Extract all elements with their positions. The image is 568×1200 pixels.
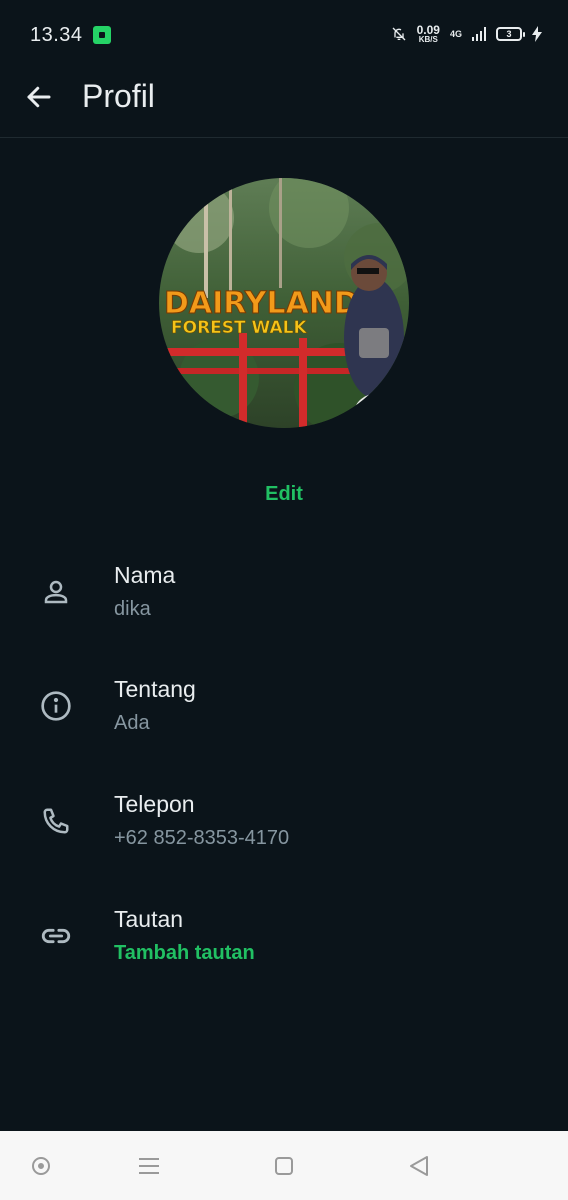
info-icon — [38, 688, 74, 724]
links-row[interactable]: Tautan Tambah tautan — [0, 906, 568, 1006]
status-bar: 13.34 0.09 KB/S 4G 3 — [0, 0, 568, 70]
person-icon — [38, 574, 74, 610]
network-type: 4G — [449, 29, 462, 39]
link-icon — [38, 918, 74, 954]
profile-photo[interactable]: DAIRYLAND FOREST WALK — [159, 178, 409, 428]
charging-icon — [532, 26, 542, 42]
status-indicators: 0.09 KB/S 4G 3 — [391, 24, 542, 44]
assistant-icon — [32, 1157, 50, 1175]
name-row[interactable]: Nama dika — [0, 562, 568, 662]
links-label: Tautan — [114, 906, 184, 932]
about-row[interactable]: Tentang Ada — [0, 676, 568, 776]
phone-label: Telepon — [114, 791, 195, 817]
signal-icon — [472, 27, 486, 41]
phone-row[interactable]: Telepon +62 852-8353-4170 — [0, 791, 568, 891]
arrow-back-icon — [27, 86, 51, 108]
recents-button[interactable] — [134, 1151, 164, 1181]
muted-bell-icon — [392, 27, 406, 41]
status-time: 13.34 — [30, 24, 83, 46]
about-value: Ada — [114, 712, 150, 734]
system-nav-bar — [0, 1131, 568, 1200]
profile-photo-image: DAIRYLAND FOREST WALK — [159, 178, 409, 428]
back-nav-button[interactable] — [404, 1151, 434, 1181]
photo-sign-line1: DAIRYLAND — [164, 286, 359, 321]
add-link-button[interactable]: Tambah tautan — [114, 942, 255, 965]
square-home-icon — [275, 1157, 293, 1175]
about-label: Tentang — [114, 676, 196, 702]
menu-icon — [139, 1158, 159, 1174]
name-label: Nama — [114, 562, 176, 588]
profile-screen: 13.34 0.09 KB/S 4G 3 Profil DAIRYLAND FO… — [0, 0, 568, 1200]
assistant-button[interactable] — [26, 1151, 56, 1181]
back-button[interactable] — [18, 76, 60, 118]
battery-icon: 3 — [496, 27, 525, 41]
battery-level: 3 — [506, 29, 512, 39]
edit-photo-link[interactable]: Edit — [0, 483, 568, 506]
photo-sign-line2: FOREST WALK — [171, 318, 308, 338]
name-value: dika — [114, 598, 151, 620]
phone-value: +62 852-8353-4170 — [114, 827, 290, 849]
page-title: Profil — [82, 78, 155, 114]
phone-icon — [38, 803, 74, 839]
app-header: Profil — [0, 70, 568, 138]
home-button[interactable] — [269, 1151, 299, 1181]
notification-app-icon — [93, 26, 111, 44]
net-speed-unit: KB/S — [418, 35, 438, 44]
triangle-back-icon — [410, 1156, 428, 1176]
net-speed: 0.09 KB/S — [417, 24, 440, 44]
